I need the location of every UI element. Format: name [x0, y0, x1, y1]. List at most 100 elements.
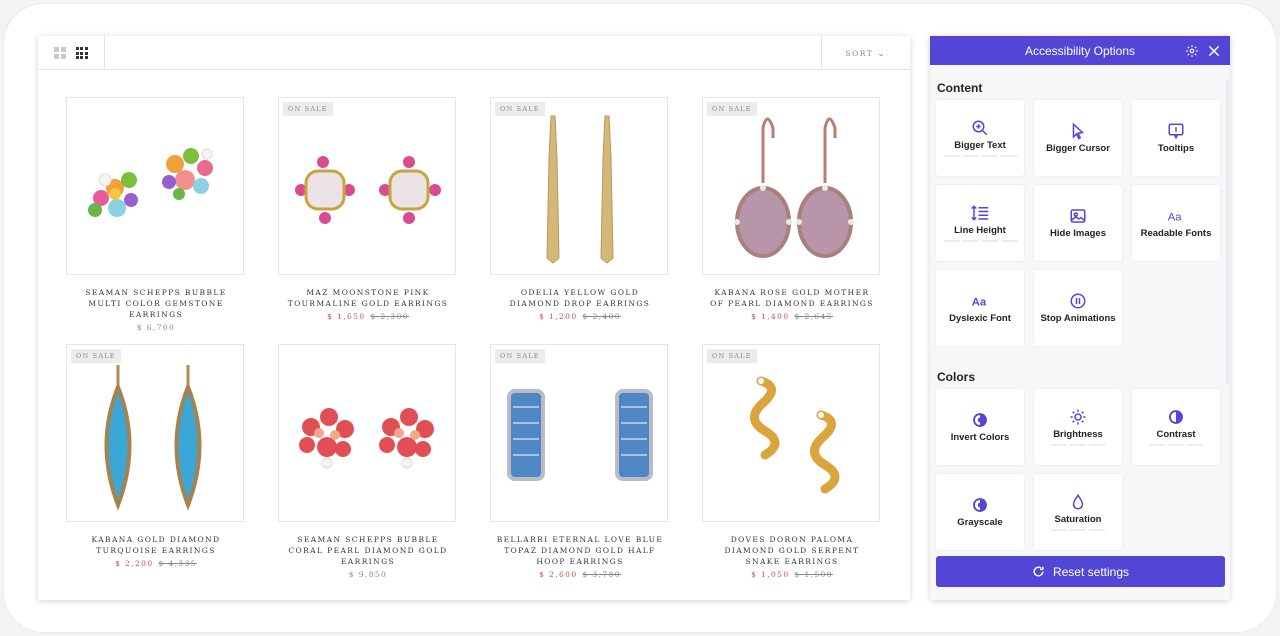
earring-illustration [295, 156, 441, 224]
product-name[interactable]: KABANA ROSE GOLD MOTHER OF PEARL DIAMOND… [702, 287, 882, 309]
product-image[interactable]: ON SALE [490, 97, 668, 275]
product-name[interactable]: SEAMAN SCHEPPS BUBBLE CORAL PEARL DIAMON… [278, 534, 458, 567]
product-price: $ 1,200 $ 2,400 [539, 312, 621, 321]
option-dyslexic-font[interactable]: Aa Dyslexic Font [936, 270, 1024, 346]
product-name[interactable]: ODELIA YELLOW GOLD DIAMOND DROP EARRINGS [490, 287, 670, 309]
option-bigger-text[interactable]: Bigger Text [936, 100, 1024, 176]
earring-illustration [507, 389, 653, 481]
product-image[interactable]: ON SALE [702, 97, 880, 275]
option-label: Dyslexic Font [949, 312, 1011, 324]
option-label: Invert Colors [950, 431, 1010, 443]
earring-illustration [750, 376, 840, 494]
option-bigger-cursor[interactable]: Bigger Cursor [1034, 100, 1122, 176]
accessibility-panel: Accessibility Options Content Bigger Tex… [930, 36, 1230, 600]
product-name[interactable]: BELLARRI ETERNAL LOVE BLUE TOPAZ DIAMOND… [490, 534, 670, 567]
svg-text:Aa: Aa [1168, 211, 1183, 223]
option-label: Stop Animations [1040, 312, 1116, 324]
option-tooltips[interactable]: Tooltips [1132, 100, 1220, 176]
option-grayscale[interactable]: Grayscale [936, 474, 1024, 550]
product-card[interactable]: SEAMAN SCHEPPS BUBBLE CORAL PEARL DIAMON… [278, 344, 458, 579]
on-sale-badge: ON SALE [707, 349, 757, 363]
option-label: Hide Images [1050, 227, 1106, 239]
sun-icon [1070, 409, 1086, 425]
product-price: $ 2,200 $ 4,335 [115, 559, 197, 568]
earring-illustration [104, 365, 202, 511]
gear-icon[interactable] [1183, 42, 1200, 59]
tooltip-icon [1168, 123, 1184, 139]
sort-dropdown[interactable]: SORT ⌄ [821, 36, 910, 70]
option-label: Readable Fonts [1140, 227, 1212, 239]
earring-illustration [546, 115, 614, 264]
svg-text:Aa: Aa [972, 296, 987, 308]
droplet-icon [1072, 493, 1084, 510]
refresh-icon [1033, 566, 1044, 577]
option-label: Bigger Cursor [1046, 142, 1110, 154]
grid-3-icon[interactable] [75, 47, 88, 59]
product-name[interactable]: MAZ MOONSTONE PINK TOURMALINE GOLD EARRI… [278, 287, 458, 309]
level-bars [1149, 444, 1203, 446]
option-label: Contrast [1156, 429, 1196, 440]
listing-toolbar: SORT ⌄ [38, 36, 910, 70]
product-card[interactable]: ON SALE MAZ MOONSTONE PINK TOURMALINE GO… [278, 97, 458, 321]
product-card[interactable]: ON SALE KABANA ROSE GOLD MOTHER OF PEARL… [702, 97, 882, 321]
on-sale-badge: ON SALE [495, 102, 545, 116]
product-name[interactable]: DOVES DORON PALOMA DIAMOND GOLD SERPENT … [702, 534, 882, 567]
product-image[interactable]: ON SALE [278, 97, 456, 275]
option-brightness[interactable]: Brightness [1034, 389, 1122, 465]
image-icon [1070, 208, 1086, 223]
product-image[interactable]: ON SALE [66, 344, 244, 522]
level-bars [1051, 444, 1105, 446]
sort-label: SORT [845, 48, 874, 58]
option-hide-images[interactable]: Hide Images [1034, 185, 1122, 261]
product-price: $ 2,600 $ 3,780 [539, 570, 621, 579]
scrollbar[interactable] [1226, 80, 1229, 384]
panel-header: Accessibility Options [930, 36, 1230, 65]
font-icon: Aa [1168, 211, 1183, 223]
product-name[interactable]: KABANA GOLD DIAMOND TURQUOISE EARRINGS [66, 534, 246, 556]
option-line-height[interactable]: Line Height [936, 185, 1024, 261]
grid-2-icon[interactable] [54, 47, 66, 59]
product-image[interactable] [278, 344, 456, 522]
option-label: Saturation [1054, 514, 1102, 525]
reset-label: Reset settings [1052, 564, 1130, 579]
product-card[interactable]: ON SALE BELLARRI ETERNAL LOVE BLUE TOPAZ… [490, 344, 670, 579]
on-sale-badge: ON SALE [495, 349, 545, 363]
product-price: $ 1,400 $ 2,645 [751, 312, 833, 321]
earring-illustration [299, 408, 434, 469]
product-card[interactable]: ON SALE ODELIA YELLOW GOLD DIAMOND DROP … [490, 97, 670, 321]
product-image[interactable]: ON SALE [490, 344, 668, 522]
product-price: $ 1,050 $ 1,500 [751, 570, 833, 579]
option-stop-animations[interactable]: Stop Animations [1034, 270, 1122, 346]
reset-settings-button[interactable]: Reset settings [936, 556, 1225, 587]
option-readable-fonts[interactable]: Aa Readable Fonts [1132, 185, 1220, 261]
product-card[interactable]: ON SALE DOVES DORON PALOMA DIAMOND GOLD … [702, 344, 882, 579]
product-image[interactable] [66, 97, 244, 275]
product-name[interactable]: SEAMAN SCHEPPS BUBBLE MULTI COLOR GEMSTO… [66, 287, 246, 320]
option-label: Bigger Text [954, 140, 1006, 151]
level-bars [943, 240, 1017, 242]
product-price: $ 1,650 $ 2,300 [327, 312, 409, 321]
contrast-icon [1169, 410, 1183, 424]
product-card[interactable]: ON SALE KABANA GOLD DIAMOND TURQUOISE EA… [66, 344, 246, 568]
option-label: Grayscale [957, 516, 1003, 528]
option-invert-colors[interactable]: Invert Colors [936, 389, 1024, 465]
option-label: Brightness [1053, 429, 1103, 440]
level-bars [943, 155, 1017, 157]
product-listing: SORT ⌄ SEAMAN SCHEPPS BUBBLE MULTI COLOR… [38, 36, 910, 600]
zoom-in-icon [972, 120, 988, 136]
option-saturation[interactable]: Saturation [1034, 474, 1122, 550]
level-bars [1051, 529, 1105, 531]
product-price: $ 6,700 [136, 323, 176, 332]
product-card[interactable]: SEAMAN SCHEPPS BUBBLE MULTI COLOR GEMSTO… [66, 97, 246, 332]
line-height-icon [971, 205, 989, 221]
colors-heading: Colors [937, 370, 976, 384]
close-icon[interactable] [1205, 42, 1222, 59]
view-toggle [38, 36, 105, 70]
option-contrast[interactable]: Contrast [1132, 389, 1220, 465]
product-image[interactable]: ON SALE [702, 344, 880, 522]
on-sale-badge: ON SALE [707, 102, 757, 116]
on-sale-badge: ON SALE [283, 102, 333, 116]
earring-illustration [734, 117, 854, 258]
cursor-icon [1072, 122, 1085, 140]
on-sale-badge: ON SALE [71, 349, 121, 363]
